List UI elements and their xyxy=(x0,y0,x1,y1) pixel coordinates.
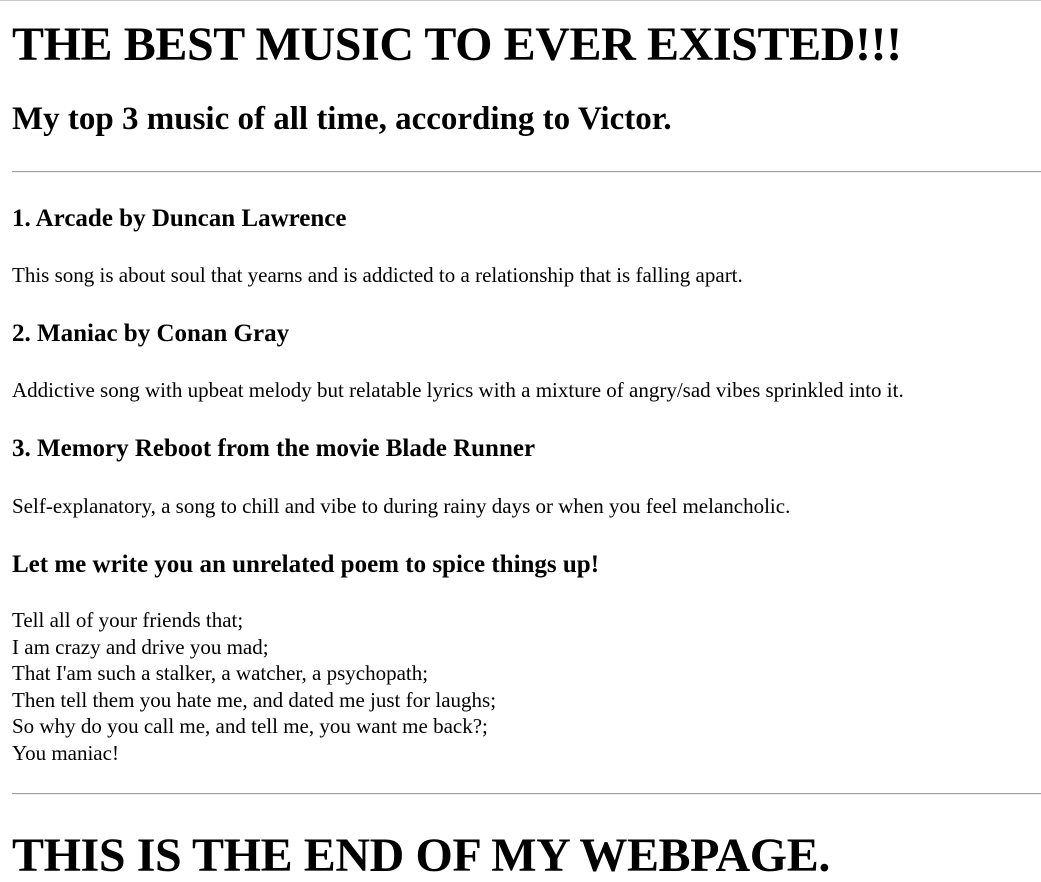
song-heading-1: 1. Arcade by Duncan Lawrence xyxy=(12,205,347,232)
song-description-2: Addictive song with upbeat melody but re… xyxy=(12,378,904,402)
end-title: THIS IS THE END OF MY WEBPAGE. xyxy=(12,829,830,882)
song-description-1: This song is about soul that yearns and … xyxy=(12,263,743,287)
poem-line: That I'am such a stalker, a watcher, a p… xyxy=(12,661,429,685)
bottom-divider xyxy=(12,793,1041,795)
poem-line: You maniac! xyxy=(12,740,119,765)
poem-line: I am crazy and drive you mad; xyxy=(12,634,269,659)
poem-line: So why do you call me, and tell me, you … xyxy=(12,714,488,738)
song-heading-2: 2. Maniac by Conan Gray xyxy=(12,320,290,347)
poem-heading: Let me write you an unrelated poem to sp… xyxy=(12,551,600,578)
poem-block: Tell all of your friends that; I am craz… xyxy=(12,607,496,766)
song-description-3: Self-explanatory, a song to chill and vi… xyxy=(12,494,791,518)
page-title: THE BEST MUSIC TO EVER EXISTED!!! xyxy=(12,18,902,71)
poem-line: Then tell them you hate me, and dated me… xyxy=(12,687,497,712)
poem-line: Tell all of your friends that; xyxy=(12,608,244,632)
top-divider xyxy=(12,171,1041,173)
page-subtitle: My top 3 music of all time, according to… xyxy=(12,101,672,137)
song-heading-3: 3. Memory Reboot from the movie Blade Ru… xyxy=(12,435,536,462)
